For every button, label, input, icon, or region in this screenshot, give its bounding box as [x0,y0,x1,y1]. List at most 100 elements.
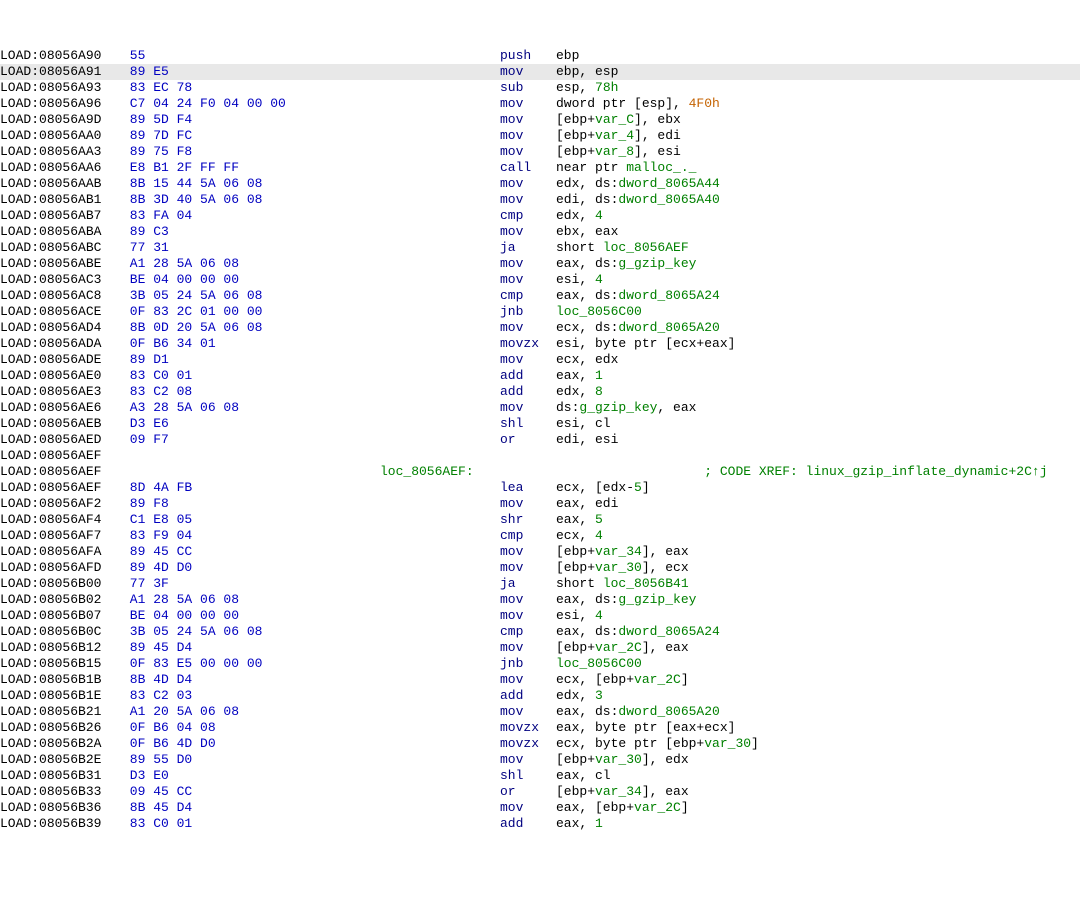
opcode-bytes: A1 20 5A 06 08 [122,704,380,720]
mnemonic: add [500,816,556,832]
disasm-line[interactable]: LOAD:08056AE3 83 C2 08addedx, 8 [0,384,1080,400]
disasm-line[interactable]: LOAD:08056ACE 0F 83 2C 01 00 00jnbloc_80… [0,304,1080,320]
operands: near ptr malloc_._ [556,160,1080,176]
disasm-line[interactable]: LOAD:08056AD4 8B 0D 20 5A 06 08movecx, d… [0,320,1080,336]
disasm-line[interactable]: LOAD:08056ABE A1 28 5A 06 08moveax, ds:g… [0,256,1080,272]
disassembly-listing[interactable]: LOAD:08056A90 55pushebpLOAD:08056A91 89 … [0,48,1080,832]
disasm-line[interactable]: LOAD:08056AC8 3B 05 24 5A 06 08cmpeax, d… [0,288,1080,304]
mnemonic: mov [500,640,556,656]
opcode-bytes: 83 F9 04 [122,528,380,544]
disasm-line[interactable]: LOAD:08056B12 89 45 D4mov[ebp+var_2C], e… [0,640,1080,656]
address-label: LOAD:08056ADA [0,336,122,352]
disasm-line[interactable]: LOAD:08056B21 A1 20 5A 06 08moveax, ds:d… [0,704,1080,720]
disasm-line[interactable]: LOAD:08056B2E 89 55 D0mov[ebp+var_30], e… [0,752,1080,768]
address-label: LOAD:08056AA0 [0,128,122,144]
mnemonic: mov [500,496,556,512]
location-label [380,240,500,256]
location-label: loc_8056AEF: [380,464,500,480]
disasm-line[interactable]: LOAD:08056A9D 89 5D F4mov[ebp+var_C], eb… [0,112,1080,128]
opcode-bytes: 89 5D F4 [122,112,380,128]
disasm-line[interactable]: LOAD:08056AA0 89 7D FCmov[ebp+var_4], ed… [0,128,1080,144]
disasm-line[interactable]: LOAD:08056B15 0F 83 E5 00 00 00jnbloc_80… [0,656,1080,672]
mnemonic: shl [500,768,556,784]
disasm-line[interactable]: LOAD:08056AAB 8B 15 44 5A 06 08movedx, d… [0,176,1080,192]
mnemonic: mov [500,96,556,112]
address-label: LOAD:08056AF2 [0,496,122,512]
disasm-line[interactable]: LOAD:08056AF4 C1 E8 05shreax, 5 [0,512,1080,528]
disasm-line[interactable]: LOAD:08056B02 A1 28 5A 06 08moveax, ds:g… [0,592,1080,608]
disasm-line[interactable]: LOAD:08056AE6 A3 28 5A 06 08movds:g_gzip… [0,400,1080,416]
disasm-line[interactable]: LOAD:08056ADE 89 D1movecx, edx [0,352,1080,368]
disasm-line[interactable]: LOAD:08056AFA 89 45 CCmov[ebp+var_34], e… [0,544,1080,560]
disasm-line[interactable]: LOAD:08056A91 89 E5movebp, esp [0,64,1080,80]
disasm-line[interactable]: LOAD:08056ADA 0F B6 34 01movzxesi, byte … [0,336,1080,352]
operands: edx, 4 [556,208,1080,224]
operands: ecx, ds:dword_8065A20 [556,320,1080,336]
location-label [380,128,500,144]
operands: ; CODE XREF: linux_gzip_inflate_dynamic+… [556,464,1080,480]
operands: ecx, byte ptr [ebp+var_30] [556,736,1080,752]
disasm-line[interactable]: LOAD:08056AEF 8D 4A FBleaecx, [edx-5] [0,480,1080,496]
address-label: LOAD:08056AEF [0,448,122,464]
disasm-line[interactable]: LOAD:08056B2A 0F B6 4D D0movzxecx, byte … [0,736,1080,752]
disasm-line[interactable]: LOAD:08056B26 0F B6 04 08movzxeax, byte … [0,720,1080,736]
disasm-line[interactable]: LOAD:08056AF7 83 F9 04cmpecx, 4 [0,528,1080,544]
opcode-bytes: A3 28 5A 06 08 [122,400,380,416]
mnemonic: mov [500,352,556,368]
address-label: LOAD:08056B07 [0,608,122,624]
disasm-line[interactable]: LOAD:08056AEF loc_8056AEF: ; CODE XREF: … [0,464,1080,480]
operands: ecx, [ebp+var_2C] [556,672,1080,688]
disasm-line[interactable]: LOAD:08056AF2 89 F8moveax, edi [0,496,1080,512]
disasm-line[interactable]: LOAD:08056B0C 3B 05 24 5A 06 08cmpeax, d… [0,624,1080,640]
opcode-bytes: 8B 45 D4 [122,800,380,816]
opcode-bytes: 89 45 CC [122,544,380,560]
operands: edx, 8 [556,384,1080,400]
opcode-bytes: 83 C0 01 [122,816,380,832]
disasm-line[interactable]: LOAD:08056B31 D3 E0shleax, cl [0,768,1080,784]
disasm-line[interactable]: LOAD:08056AEB D3 E6shlesi, cl [0,416,1080,432]
disasm-line[interactable]: LOAD:08056AA3 89 75 F8mov[ebp+var_8], es… [0,144,1080,160]
disasm-line[interactable]: LOAD:08056A96 C7 04 24 F0 04 00 00movdwo… [0,96,1080,112]
location-label [380,64,500,80]
mnemonic: mov [500,256,556,272]
disasm-line[interactable]: LOAD:08056ABC 77 31jashort loc_8056AEF [0,240,1080,256]
disasm-line[interactable]: LOAD:08056AEF [0,448,1080,464]
disasm-line[interactable]: LOAD:08056B39 83 C0 01addeax, 1 [0,816,1080,832]
disasm-line[interactable]: LOAD:08056A90 55pushebp [0,48,1080,64]
location-label [380,448,500,464]
opcode-bytes: 77 3F [122,576,380,592]
address-label: LOAD:08056B21 [0,704,122,720]
disasm-line[interactable]: LOAD:08056ABA 89 C3movebx, eax [0,224,1080,240]
address-label: LOAD:08056ABE [0,256,122,272]
mnemonic: jnb [500,656,556,672]
disasm-line[interactable]: LOAD:08056B00 77 3Fjashort loc_8056B41 [0,576,1080,592]
disasm-line[interactable]: LOAD:08056B33 09 45 CCor[ebp+var_34], ea… [0,784,1080,800]
disasm-line[interactable]: LOAD:08056A93 83 EC 78subesp, 78h [0,80,1080,96]
opcode-bytes: 0F B6 04 08 [122,720,380,736]
location-label [380,544,500,560]
disasm-line[interactable]: LOAD:08056B1B 8B 4D D4movecx, [ebp+var_2… [0,672,1080,688]
operands: eax, [ebp+var_2C] [556,800,1080,816]
operands: esp, 78h [556,80,1080,96]
address-label: LOAD:08056B1E [0,688,122,704]
disasm-line[interactable]: LOAD:08056B1E 83 C2 03addedx, 3 [0,688,1080,704]
operands: edx, ds:dword_8065A44 [556,176,1080,192]
opcode-bytes: 83 C2 03 [122,688,380,704]
opcode-bytes: 55 [122,48,380,64]
disasm-line[interactable]: LOAD:08056AB7 83 FA 04cmpedx, 4 [0,208,1080,224]
disasm-line[interactable]: LOAD:08056AED 09 F7oredi, esi [0,432,1080,448]
operands: [ebp+var_C], ebx [556,112,1080,128]
address-label: LOAD:08056B12 [0,640,122,656]
disasm-line[interactable]: LOAD:08056B07 BE 04 00 00 00movesi, 4 [0,608,1080,624]
location-label [380,608,500,624]
disasm-line[interactable]: LOAD:08056B36 8B 45 D4moveax, [ebp+var_2… [0,800,1080,816]
disasm-line[interactable]: LOAD:08056AA6 E8 B1 2F FF FFcallnear ptr… [0,160,1080,176]
mnemonic: mov [500,400,556,416]
mnemonic: mov [500,112,556,128]
location-label [380,224,500,240]
mnemonic: add [500,384,556,400]
disasm-line[interactable]: LOAD:08056AE0 83 C0 01addeax, 1 [0,368,1080,384]
disasm-line[interactable]: LOAD:08056AFD 89 4D D0mov[ebp+var_30], e… [0,560,1080,576]
disasm-line[interactable]: LOAD:08056AB1 8B 3D 40 5A 06 08movedi, d… [0,192,1080,208]
disasm-line[interactable]: LOAD:08056AC3 BE 04 00 00 00movesi, 4 [0,272,1080,288]
